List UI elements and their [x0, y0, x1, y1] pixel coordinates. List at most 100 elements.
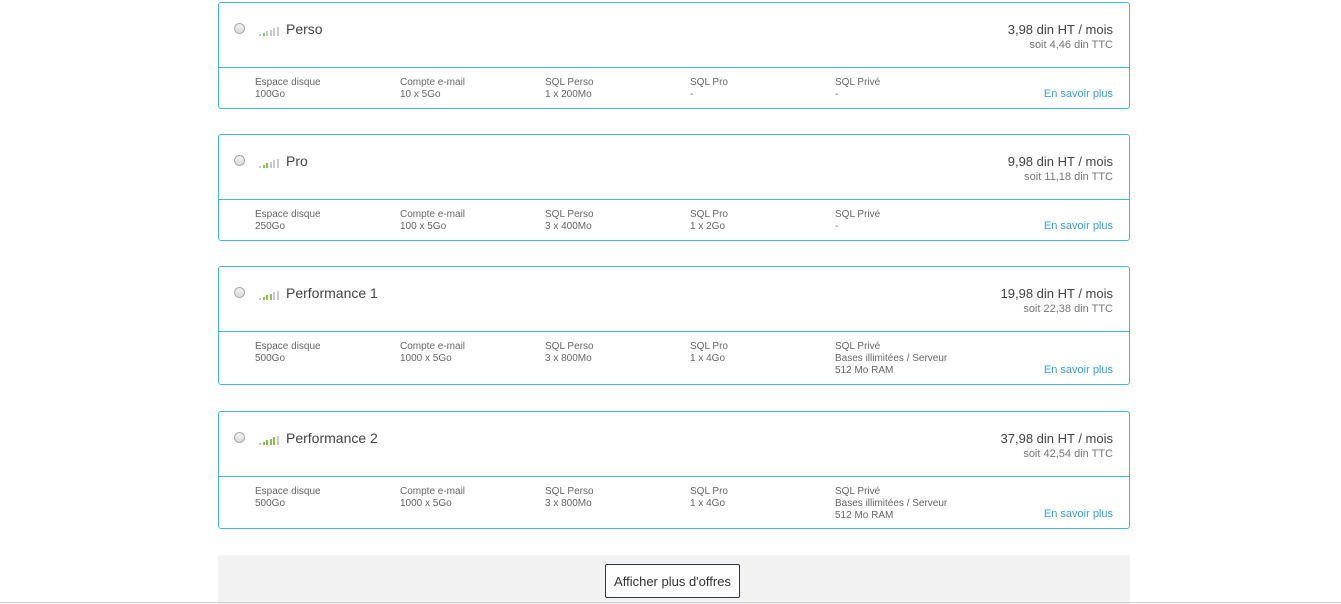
- offer-header: Performance 2 37,98 din HT / mois soit 42,…: [219, 412, 1129, 477]
- spec-value: 1 x 2Go: [690, 221, 726, 232]
- spec-label: SQL Pro: [690, 209, 728, 220]
- spec-label: Espace disque: [255, 77, 321, 88]
- learn-more-link[interactable]: En savoir plus: [1044, 508, 1113, 520]
- spec-value: -: [690, 89, 694, 100]
- spec-column: SQL Privé Bases illimitées / Serveur 512 M…: [835, 486, 947, 522]
- price-incl-tax: soit 11,18 din TTC: [1024, 171, 1113, 183]
- radio-button-icon[interactable]: [234, 432, 245, 443]
- offer-header: Performance 1 19,98 din HT / mois soit 22,…: [219, 267, 1129, 332]
- spec-value: 1 x 200Mo: [545, 89, 592, 100]
- offer-header: Perso 3,98 din HT / mois soit 4,46 din TTC: [219, 3, 1129, 68]
- offer-price: 9,98 din HT / mois soit 11,18 din TTC: [1008, 154, 1113, 184]
- offer-price: 37,98 din HT / mois soit 42,54 din TTC: [1001, 431, 1113, 461]
- spec-label: Compte e-mail: [400, 77, 466, 88]
- learn-more-link[interactable]: En savoir plus: [1044, 364, 1113, 376]
- price-incl-tax: soit 4,46 din TTC: [1029, 39, 1113, 51]
- spec-label: Espace disque: [255, 209, 321, 220]
- spec-label: SQL Pro: [690, 77, 728, 88]
- spec-column: SQL Perso 1 x 200Mo: [545, 77, 594, 101]
- offer-name: Pro: [286, 153, 308, 169]
- spec-label: Compte e-mail: [400, 486, 466, 497]
- spec-column: SQL Pro -: [690, 77, 728, 101]
- signal-strength-icon: [259, 159, 281, 168]
- radio-button-icon[interactable]: [234, 23, 245, 34]
- signal-strength-icon: [259, 291, 281, 300]
- spec-value: -: [835, 89, 839, 100]
- offer-card[interactable]: Perso 3,98 din HT / mois soit 4,46 din TTC…: [218, 2, 1130, 109]
- spec-label: SQL Privé: [835, 341, 881, 352]
- spec-value: 512 Mo RAM: [835, 510, 894, 521]
- offer-card[interactable]: Performance 2 37,98 din HT / mois soit 42,…: [218, 411, 1130, 529]
- spec-label: SQL Perso: [545, 341, 594, 352]
- spec-value: 500Go: [255, 353, 286, 364]
- spec-value: 100Go: [255, 89, 286, 100]
- spec-column: Espace disque 500Go: [255, 486, 321, 510]
- footer-bar: Afficher plus d'offres: [218, 555, 1130, 604]
- spec-value: 3 x 800Mo: [545, 353, 592, 364]
- spec-value: 100 x 5Go: [400, 221, 447, 232]
- signal-strength-icon: [259, 436, 281, 445]
- spec-label: SQL Perso: [545, 209, 594, 220]
- offer-specs: Espace disque 250Go Compte e-mail 100 x 5Go…: [219, 200, 1129, 240]
- spec-value: 512 Mo RAM: [835, 365, 894, 376]
- spec-column: Compte e-mail 100 x 5Go: [400, 209, 465, 233]
- spec-label: Compte e-mail: [400, 209, 466, 220]
- spec-value: 10 x 5Go: [400, 89, 441, 100]
- radio-button-icon[interactable]: [234, 287, 245, 298]
- offer-price: 3,98 din HT / mois soit 4,46 din TTC: [1008, 22, 1113, 52]
- spec-column: Espace disque 250Go: [255, 209, 321, 233]
- spec-column: SQL Privé -: [835, 77, 880, 101]
- offer-name: Perso: [286, 21, 323, 37]
- price-excl-tax: 9,98 din HT / mois: [1007, 154, 1113, 169]
- spec-label: SQL Privé: [835, 486, 881, 497]
- offer-price: 19,98 din HT / mois soit 22,38 din TTC: [1001, 286, 1113, 316]
- spec-value: Bases illimitées / Serveur: [835, 498, 948, 509]
- spec-column: SQL Pro 1 x 4Go: [690, 486, 728, 510]
- learn-more-link[interactable]: En savoir plus: [1044, 88, 1113, 100]
- spec-column: SQL Perso 3 x 800Mo: [545, 486, 594, 510]
- spec-value: 3 x 400Mo: [545, 221, 592, 232]
- spec-column: Espace disque 100Go: [255, 77, 321, 101]
- bottom-divider: [0, 602, 1341, 603]
- price-excl-tax: 37,98 din HT / mois: [1000, 431, 1113, 446]
- spec-value: 3 x 800Mo: [545, 498, 592, 509]
- spec-column: Compte e-mail 1000 x 5Go: [400, 486, 465, 510]
- spec-label: Compte e-mail: [400, 341, 466, 352]
- spec-column: SQL Pro 1 x 2Go: [690, 209, 728, 233]
- learn-more-link[interactable]: En savoir plus: [1044, 220, 1113, 232]
- spec-column: SQL Privé Bases illimitées / Serveur 512 M…: [835, 341, 947, 377]
- spec-value: 1000 x 5Go: [400, 498, 452, 509]
- spec-value: 1 x 4Go: [690, 498, 726, 509]
- spec-label: SQL Perso: [545, 77, 594, 88]
- radio-button-icon[interactable]: [234, 155, 245, 166]
- spec-label: SQL Privé: [835, 77, 881, 88]
- spec-value: 500Go: [255, 498, 286, 509]
- offer-specs: Espace disque 100Go Compte e-mail 10 x 5Go S…: [219, 68, 1129, 108]
- offer-card[interactable]: Pro 9,98 din HT / mois soit 11,18 din TTC E…: [218, 134, 1130, 241]
- offer-name: Performance 1: [286, 285, 378, 301]
- signal-strength-icon: [259, 27, 281, 36]
- show-more-offers-button[interactable]: Afficher plus d'offres: [605, 564, 740, 598]
- spec-column: SQL Pro 1 x 4Go: [690, 341, 728, 365]
- spec-label: SQL Pro: [690, 341, 728, 352]
- spec-value: 1 x 4Go: [690, 353, 726, 364]
- offer-specs: Espace disque 500Go Compte e-mail 1000 x 5G…: [219, 477, 1129, 528]
- spec-label: SQL Perso: [545, 486, 594, 497]
- spec-value: 250Go: [255, 221, 286, 232]
- price-incl-tax: soit 42,54 din TTC: [1023, 448, 1113, 460]
- offer-header: Pro 9,98 din HT / mois soit 11,18 din TTC: [219, 135, 1129, 200]
- offer-card[interactable]: Performance 1 19,98 din HT / mois soit 22,…: [218, 266, 1130, 385]
- offer-name: Performance 2: [286, 430, 378, 446]
- spec-column: SQL Perso 3 x 800Mo: [545, 341, 594, 365]
- spec-column: SQL Perso 3 x 400Mo: [545, 209, 594, 233]
- spec-value: 1000 x 5Go: [400, 353, 452, 364]
- price-excl-tax: 19,98 din HT / mois: [1000, 286, 1113, 301]
- spec-column: Compte e-mail 1000 x 5Go: [400, 341, 465, 365]
- spec-value: Bases illimitées / Serveur: [835, 353, 948, 364]
- offer-specs: Espace disque 500Go Compte e-mail 1000 x 5G…: [219, 332, 1129, 384]
- spec-column: SQL Privé -: [835, 209, 880, 233]
- spec-label: Espace disque: [255, 341, 321, 352]
- spec-column: Compte e-mail 10 x 5Go: [400, 77, 465, 101]
- spec-label: SQL Pro: [690, 486, 728, 497]
- price-incl-tax: soit 22,38 din TTC: [1023, 303, 1113, 315]
